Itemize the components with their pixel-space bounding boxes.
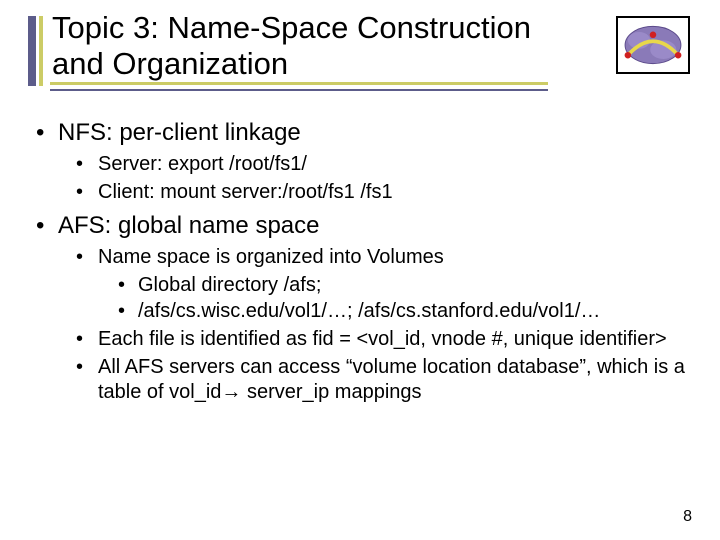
bullet-paths: /afs/cs.wisc.edu/vol1/…; /afs/cs.stanfor… [118, 299, 686, 325]
bullet-text: AFS: global name space [58, 212, 319, 239]
logo-icon [616, 16, 690, 74]
title-accent-bar-2 [39, 16, 43, 86]
bullet-nfs: NFS: per-client linkage Server: export /… [36, 118, 686, 205]
bullet-vldb: All AFS servers can access “volume locat… [76, 355, 686, 406]
page-number: 8 [683, 508, 692, 526]
bullet-text: Name space is organized into Volumes [98, 246, 444, 268]
bullet-fid: Each file is identified as fid = <vol_id… [76, 327, 686, 353]
subsublist: Global directory /afs; /afs/cs.wisc.edu/… [98, 273, 686, 325]
slide-title: Topic 3: Name-Space Construction and Org… [52, 10, 576, 81]
title-underline-yellow [50, 82, 548, 85]
title-underline-purple [50, 86, 548, 91]
bullet-client: Client: mount server:/root/fs1 /fs1 [76, 180, 686, 206]
bullet-afs: AFS: global name space Name space is org… [36, 211, 686, 406]
sublist: Server: export /root/fs1/ Client: mount … [58, 152, 686, 205]
bullet-global-dir: Global directory /afs; [118, 273, 686, 299]
sublist: Name space is organized into Volumes Glo… [58, 245, 686, 406]
title-accent-bar [28, 16, 36, 86]
bullet-text: NFS: per-client linkage [58, 119, 301, 146]
title-block: Topic 3: Name-Space Construction and Org… [26, 10, 576, 81]
bullet-server: Server: export /root/fs1/ [76, 152, 686, 178]
bullet-list: NFS: per-client linkage Server: export /… [36, 118, 686, 406]
slide: Topic 3: Name-Space Construction and Org… [0, 0, 720, 540]
bullet-volumes: Name space is organized into Volumes Glo… [76, 245, 686, 325]
content-area: NFS: per-client linkage Server: export /… [36, 118, 686, 412]
